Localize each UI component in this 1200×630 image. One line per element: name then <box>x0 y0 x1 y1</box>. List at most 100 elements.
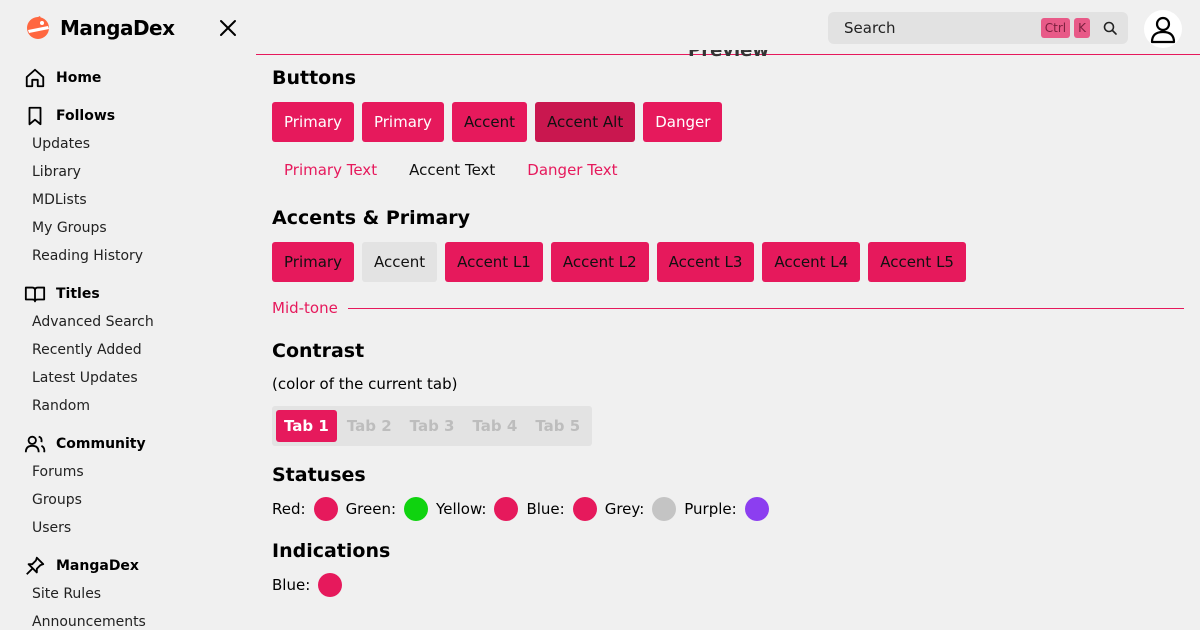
indication-blue: Blue: <box>272 573 343 597</box>
pin-icon <box>26 556 45 575</box>
text-buttons-row: Primary Text Accent Text Danger Text <box>272 150 630 190</box>
status-dot <box>572 497 597 521</box>
sidebar-nav: Home Follows Updates Library MDLists My … <box>0 64 256 630</box>
search-icon[interactable] <box>1102 20 1118 36</box>
sidebar-section-label: MangaDex <box>56 558 139 574</box>
status-dot <box>744 497 769 521</box>
sidebar-item-mdlists[interactable]: MDLists <box>0 186 256 214</box>
mangadex-logo-icon <box>27 16 49 39</box>
shortcut-ctrl-key: Ctrl <box>1040 18 1071 38</box>
accent-l5-swatch[interactable]: Accent L5 <box>868 242 966 282</box>
sidebar-section-community[interactable]: Community <box>0 430 256 458</box>
sidebar-item-my-groups[interactable]: My Groups <box>0 214 256 242</box>
sidebar-item-random[interactable]: Random <box>0 392 256 420</box>
sidebar: MangaDex Home Follows Updates Library MD… <box>0 0 256 630</box>
sidebar-item-announcements[interactable]: Announcements <box>0 608 256 630</box>
sidebar-section-label: Community <box>56 436 146 452</box>
status-yellow: Yellow: <box>436 497 519 521</box>
tab-1[interactable]: Tab 1 <box>276 410 337 442</box>
statuses-row: Red: Green: Yellow: Blue: Grey: Purple: <box>272 497 777 521</box>
status-blue: Blue: <box>526 497 597 521</box>
bookmark-icon <box>28 106 42 126</box>
tab-5[interactable]: Tab 5 <box>527 410 588 442</box>
theme-preview: Preview Buttons Primary Primary Accent A… <box>272 50 1184 630</box>
primary-swatch[interactable]: Primary <box>272 242 354 282</box>
accents-heading: Accents & Primary <box>272 207 471 229</box>
status-dot <box>652 497 677 521</box>
brand[interactable]: MangaDex <box>22 12 175 44</box>
status-label: Yellow: <box>436 500 487 518</box>
accent-l1-swatch[interactable]: Accent L1 <box>445 242 543 282</box>
status-dot <box>313 497 338 521</box>
indications-heading: Indications <box>272 540 391 562</box>
sidebar-item-label: Home <box>56 70 102 86</box>
sidebar-item-recently-added[interactable]: Recently Added <box>0 336 256 364</box>
status-red: Red: <box>272 497 338 521</box>
sidebar-item-advanced-search[interactable]: Advanced Search <box>0 308 256 336</box>
sidebar-item-users[interactable]: Users <box>0 514 256 542</box>
book-open-icon <box>24 286 46 303</box>
accent-l3-swatch[interactable]: Accent L3 <box>656 242 755 282</box>
sidebar-section-label: Follows <box>56 108 116 124</box>
contrast-heading: Contrast <box>272 340 365 362</box>
danger-button[interactable]: Danger <box>643 102 723 142</box>
sidebar-item-reading-history[interactable]: Reading History <box>0 242 256 270</box>
sidebar-item-site-rules[interactable]: Site Rules <box>0 580 256 608</box>
indication-dot <box>318 573 343 597</box>
statuses-heading: Statuses <box>272 464 366 486</box>
status-dot <box>404 497 429 521</box>
midtone-divider: Mid-tone <box>272 299 1184 317</box>
tab-2[interactable]: Tab 2 <box>339 410 400 442</box>
status-label: Purple: <box>684 500 737 518</box>
status-label: Red: <box>272 500 306 518</box>
accent-swatches-row: Primary Accent Accent L1 Accent L2 Accen… <box>272 242 966 282</box>
primary-button-alt[interactable]: Primary <box>361 102 444 142</box>
buttons-heading: Buttons <box>272 67 357 89</box>
indication-label: Blue: <box>272 576 311 594</box>
sidebar-section-follows[interactable]: Follows <box>0 102 256 130</box>
user-icon <box>1150 16 1176 44</box>
contrast-tabs: Tab 1 Tab 2 Tab 3 Tab 4 Tab 5 <box>272 406 593 446</box>
midtone-label: Mid-tone <box>272 299 338 317</box>
top-header: Search Ctrl K <box>256 0 1200 55</box>
tab-4[interactable]: Tab 4 <box>464 410 525 442</box>
sidebar-item-updates[interactable]: Updates <box>0 130 256 158</box>
status-label: Grey: <box>604 500 645 518</box>
shortcut-k-key: K <box>1074 18 1090 38</box>
sidebar-section-mangadex[interactable]: MangaDex <box>0 552 256 580</box>
search-placeholder: Search <box>844 19 896 37</box>
accent-l4-swatch[interactable]: Accent L4 <box>762 242 861 282</box>
close-icon[interactable] <box>216 16 240 40</box>
accent-button[interactable]: Accent <box>451 102 528 142</box>
sidebar-item-forums[interactable]: Forums <box>0 458 256 486</box>
sidebar-section-titles[interactable]: Titles <box>0 280 256 308</box>
home-icon <box>25 68 45 88</box>
tab-3[interactable]: Tab 3 <box>402 410 463 442</box>
sidebar-item-groups[interactable]: Groups <box>0 486 256 514</box>
primary-button[interactable]: Primary <box>272 102 354 142</box>
status-purple: Purple: <box>684 497 769 521</box>
search-input[interactable]: Search Ctrl K <box>828 12 1128 44</box>
status-grey: Grey: <box>605 497 677 521</box>
user-avatar-button[interactable] <box>1144 10 1182 48</box>
filled-buttons-row: Primary Primary Accent Accent Alt Danger <box>272 102 723 142</box>
accent-swatch[interactable]: Accent <box>361 242 438 282</box>
status-green: Green: <box>345 497 429 521</box>
midtone-line <box>347 307 1184 309</box>
status-label: Blue: <box>526 500 565 518</box>
sidebar-section-label: Titles <box>56 286 100 302</box>
status-label: Green: <box>345 500 397 518</box>
accent-alt-button[interactable]: Accent Alt <box>535 102 636 142</box>
users-icon <box>24 435 46 453</box>
accent-text-button[interactable]: Accent Text <box>397 150 507 190</box>
accent-l2-swatch[interactable]: Accent L2 <box>550 242 649 282</box>
sidebar-item-home[interactable]: Home <box>0 64 256 92</box>
indications-row: Blue: <box>272 573 350 597</box>
contrast-note: (color of the current tab) <box>272 375 458 393</box>
brand-name: MangaDex <box>60 16 175 40</box>
primary-text-button[interactable]: Primary Text <box>272 150 389 190</box>
status-dot <box>494 497 519 521</box>
danger-text-button[interactable]: Danger Text <box>515 150 629 190</box>
sidebar-item-library[interactable]: Library <box>0 158 256 186</box>
sidebar-item-latest-updates[interactable]: Latest Updates <box>0 364 256 392</box>
